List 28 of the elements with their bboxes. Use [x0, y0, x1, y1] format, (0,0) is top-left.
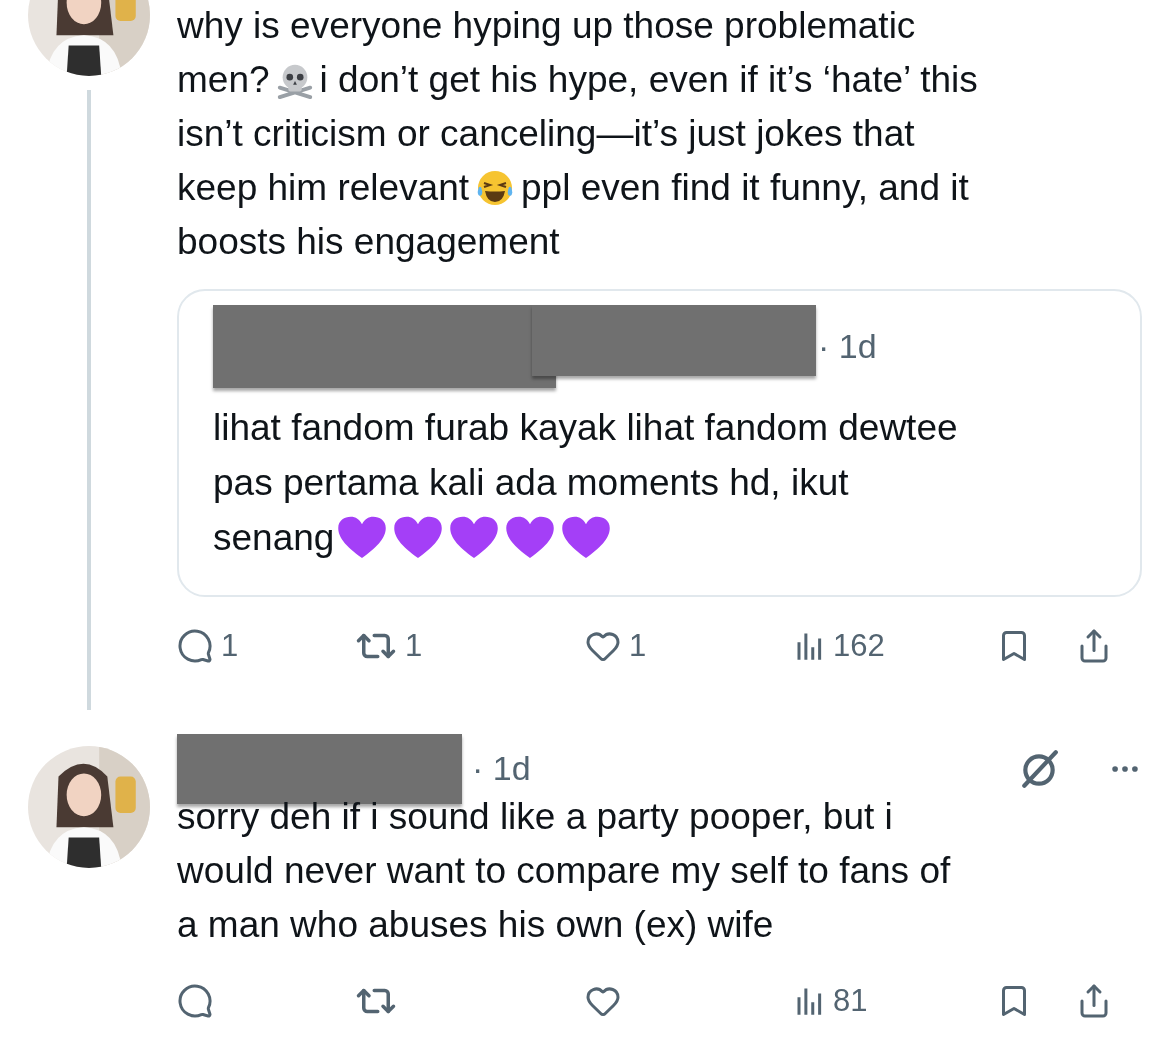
- tweet-text: i don’t get his hype, even if it’s ‘hate’ this: [319, 58, 978, 103]
- tweet-text: would never want to compare my self to fans of: [177, 848, 951, 893]
- heart-emoji-icon: [561, 514, 612, 561]
- speech-bubble-icon: [177, 628, 213, 665]
- tweet-text: boosts his engagement: [177, 220, 560, 265]
- heart-emoji-icon: [337, 514, 388, 561]
- tweet-text: men?: [177, 58, 270, 103]
- reply-button[interactable]: 1: [177, 623, 355, 670]
- speech-bubble-icon: [177, 982, 213, 1019]
- repost-button[interactable]: 1: [355, 623, 585, 670]
- tweet-text: pas pertama kali ada moments hd, ikut: [213, 460, 849, 505]
- tweet-text: senang: [213, 515, 335, 560]
- heart-emoji-icon: [449, 514, 500, 561]
- heart-emoji-icon: [393, 514, 444, 561]
- tweet-text: ppl even find it funny, and it: [521, 166, 969, 211]
- tweet-text: sorry deh if i sound like a party pooper, but i: [177, 794, 893, 839]
- tweet-text: isn’t criticism or canceling—it’s just jokes that: [177, 112, 915, 157]
- tweet-text: a man who abuses his own (ex) wife: [177, 902, 774, 947]
- views-button[interactable]: 162: [795, 623, 996, 670]
- tweet-text: keep him relevant: [177, 166, 470, 211]
- timestamp: · 1d: [472, 748, 531, 789]
- tweet-text: lihat fandom furab kayak lihat fandom dewtee: [213, 405, 958, 450]
- views-button[interactable]: 81: [795, 977, 996, 1024]
- tweet-text: why is everyone hyping up those problematic: [177, 4, 916, 49]
- quoted-tweet-card[interactable]: · 1d lihat fandom furab kayak lihat fandom dewtee pas pertama kali ada moments hd, ikut senang: [177, 289, 1142, 597]
- timestamp: · 1d: [818, 326, 877, 367]
- heart-emoji-icon: [505, 514, 556, 561]
- like-button[interactable]: 1: [585, 623, 795, 670]
